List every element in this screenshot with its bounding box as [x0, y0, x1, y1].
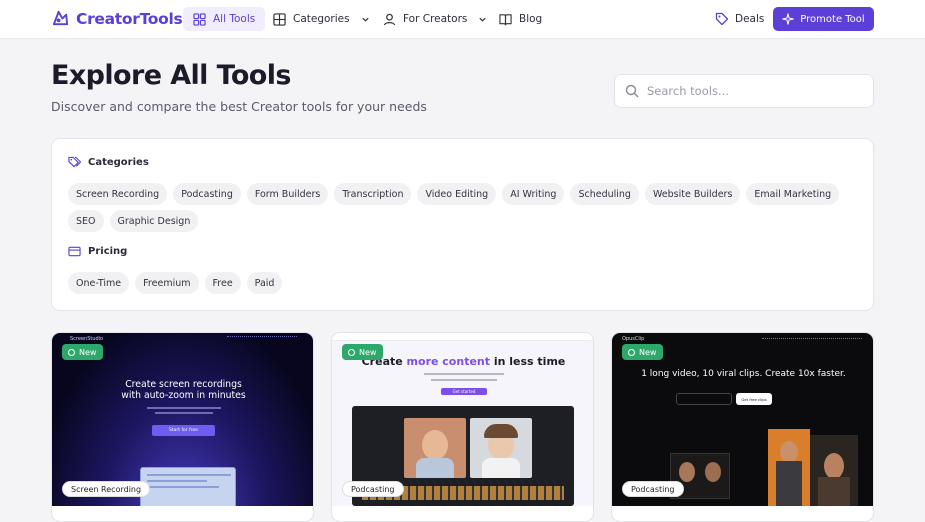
new-badge-label: New — [359, 347, 377, 357]
preview-text-line — [155, 412, 213, 414]
nav-blog[interactable]: Blog — [489, 7, 552, 31]
nav-all-tools[interactable]: All Tools — [183, 7, 266, 31]
new-badge: New — [342, 344, 384, 360]
nav-for-creators-label: For Creators — [403, 13, 468, 25]
preview-video-tile — [810, 435, 858, 506]
filter-chip[interactable]: Video Editing — [417, 183, 497, 205]
filter-chip[interactable]: Graphic Design — [109, 210, 199, 232]
new-badge-icon — [348, 348, 355, 356]
page-subtitle: Discover and compare the best Creator to… — [51, 99, 427, 114]
preview-headline: 1 long video, 10 viral clips. Create 10x… — [641, 369, 846, 379]
filter-chip[interactable]: SEO — [68, 210, 104, 232]
new-badge-label: New — [639, 347, 657, 357]
preview-headline-line2: with auto-zoom in minutes — [121, 390, 246, 401]
filter-chip[interactable]: Form Builders — [246, 183, 329, 205]
user-icon — [383, 13, 396, 25]
filter-chip[interactable]: Podcasting — [173, 183, 241, 205]
filter-chip[interactable]: Website Builders — [644, 183, 741, 205]
filter-chip[interactable]: Freemium — [135, 272, 199, 294]
filter-chip[interactable]: One-Time — [68, 272, 130, 294]
preview-nav — [332, 333, 593, 341]
preview-video-tile — [768, 429, 810, 506]
preview-nav-links — [762, 338, 862, 340]
filters-panel: Categories Screen Recording Podcasting For… — [51, 138, 874, 311]
tag-icon — [715, 12, 729, 26]
preview-brand: OpusClip — [622, 336, 645, 342]
category-chips: Screen Recording Podcasting Form Builders T… — [68, 183, 868, 232]
credit-card-icon — [68, 246, 81, 257]
pricing-title: Pricing — [88, 246, 128, 257]
filter-chip[interactable]: Email Marketing — [746, 183, 840, 205]
preview-app-window — [140, 467, 236, 506]
search-box[interactable] — [614, 74, 874, 108]
deals-label: Deals — [735, 13, 765, 25]
filter-chip[interactable]: Free — [204, 272, 241, 294]
preview-video-tile — [470, 418, 532, 478]
new-badge: New — [62, 344, 104, 360]
filter-chip[interactable]: Scheduling — [570, 183, 639, 205]
deals-link[interactable]: Deals — [707, 8, 772, 30]
preview-cta: Start for free — [152, 425, 215, 436]
categories-title: Categories — [88, 157, 149, 168]
nav-all-tools-label: All Tools — [213, 13, 256, 25]
preview-headline-line1: Create screen recordings — [125, 379, 242, 390]
search-input[interactable] — [647, 84, 857, 98]
nav-categories[interactable]: Categories — [263, 7, 380, 31]
tool-card[interactable]: OpusClip 1 long video, 10 viral clips. C… — [611, 332, 874, 522]
promote-tool-label: Promote Tool — [800, 13, 865, 25]
pricing-chips: One-Time Freemium Free Paid — [68, 272, 868, 294]
new-badge-icon — [68, 348, 75, 356]
preview-headline-accent: more content — [406, 355, 490, 368]
tool-card[interactable]: Create more content in less time Get sta… — [331, 332, 594, 522]
grid-icon — [193, 12, 206, 26]
new-badge: New — [622, 344, 664, 360]
chevron-down-icon — [361, 17, 369, 22]
new-badge-label: New — [79, 347, 97, 357]
preview-text-line — [424, 373, 504, 375]
chevron-down-icon — [479, 17, 487, 22]
category-grid-icon — [273, 12, 286, 26]
filter-chip[interactable]: AI Writing — [502, 183, 565, 205]
promote-tool-button[interactable]: Promote Tool — [773, 7, 874, 31]
category-badge: Screen Recording — [62, 481, 151, 497]
preview-nav-links — [227, 336, 297, 339]
brand-logo[interactable]: CreatorTools — [51, 9, 183, 28]
category-badge: Podcasting — [622, 481, 684, 497]
sparkle-icon — [782, 13, 794, 25]
book-icon — [499, 13, 512, 25]
filter-chip[interactable]: Transcription — [334, 183, 412, 205]
preview-video-tile — [404, 418, 466, 478]
preview-headline: Create screen recordings with auto-zoom … — [52, 379, 313, 401]
search-icon — [625, 84, 639, 98]
preview-brand: ScreenStudio — [70, 336, 104, 342]
preview-cta: Get started — [441, 388, 487, 395]
preview-text-line — [147, 407, 221, 409]
preview-cta: Get free clips — [736, 393, 772, 405]
pricing-heading: Pricing — [68, 245, 127, 258]
page-title: Explore All Tools — [51, 60, 291, 91]
brand-icon — [52, 10, 69, 26]
preview-headline-end: in less time — [490, 355, 566, 368]
categories-heading: Categories — [68, 156, 149, 169]
category-badge: Podcasting — [342, 481, 404, 497]
tool-card[interactable]: ScreenStudio Create screen recordings wi… — [51, 332, 314, 522]
filter-chip[interactable]: Screen Recording — [68, 183, 168, 205]
nav-categories-label: Categories — [293, 13, 350, 25]
filter-chip[interactable]: Paid — [246, 272, 283, 294]
nav-blog-label: Blog — [519, 13, 543, 25]
nav-for-creators[interactable]: For Creators — [373, 7, 497, 31]
preview-text-line — [431, 379, 497, 381]
preview-input — [676, 393, 732, 405]
new-badge-icon — [628, 348, 635, 356]
top-nav: CreatorTools All Tools Categories For Cr… — [0, 0, 925, 39]
brand-name: CreatorTools — [76, 9, 183, 28]
tags-icon — [68, 156, 81, 168]
